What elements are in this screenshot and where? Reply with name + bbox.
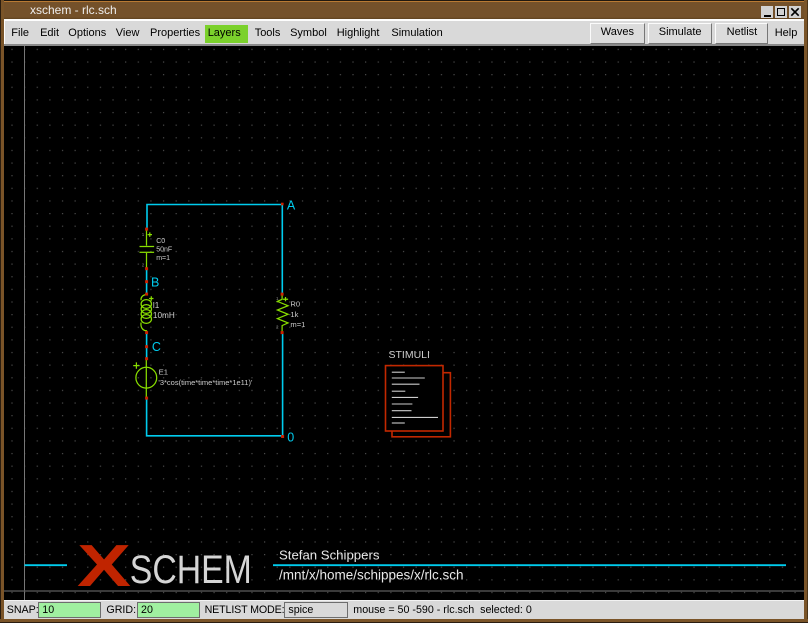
svg-text:m=1: m=1: [290, 320, 305, 329]
svg-text:STIMULI: STIMULI: [389, 349, 430, 361]
svg-text:Stefan Schippers: Stefan Schippers: [279, 547, 380, 562]
svg-text:E1: E1: [159, 368, 168, 377]
svg-text:B: B: [151, 276, 159, 290]
svg-text:C0: C0: [156, 238, 165, 245]
svg-text:R0: R0: [290, 300, 300, 309]
svg-text:A: A: [287, 199, 296, 213]
svg-text:50nF: 50nF: [156, 246, 172, 253]
svg-text:'3*cos(time*time*time*1e11)': '3*cos(time*time*time*1e11)': [158, 378, 253, 387]
svg-text:0: 0: [287, 430, 294, 444]
svg-text:m=1: m=1: [156, 255, 170, 262]
svg-text:1k: 1k: [290, 310, 298, 319]
svg-text:10mH: 10mH: [153, 311, 175, 320]
svg-text:/mnt/x/home/schippes/x/rlc.sch: /mnt/x/home/schippes/x/rlc.sch: [279, 567, 464, 582]
svg-text:l1: l1: [153, 301, 160, 310]
svg-text:C: C: [152, 340, 161, 354]
svg-text:X: X: [77, 533, 131, 599]
svg-text:SCHEM: SCHEM: [130, 548, 252, 592]
